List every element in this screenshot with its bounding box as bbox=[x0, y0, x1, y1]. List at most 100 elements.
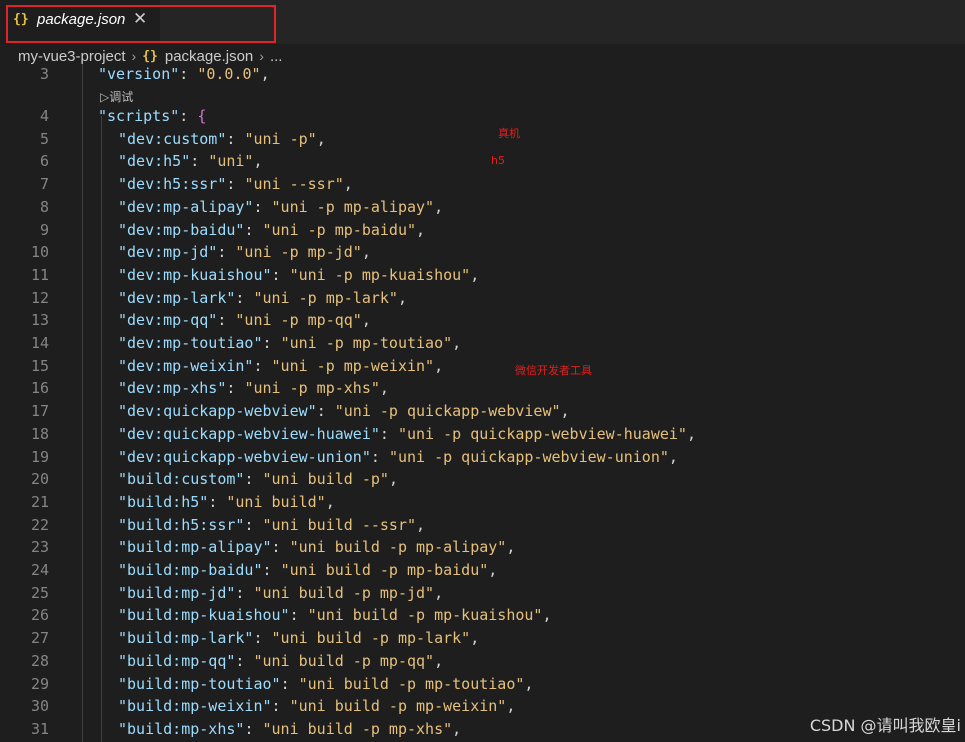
chevron-right-icon: › bbox=[259, 48, 264, 64]
json-punctuation: , bbox=[388, 470, 398, 489]
json-punctuation: , bbox=[397, 288, 407, 307]
json-value: "uni build -p mp-weixin" bbox=[289, 697, 507, 716]
json-key: "dev:mp-xhs" bbox=[118, 379, 227, 398]
code-text: "dev:mp-xhs": "uni -p mp-xhs", bbox=[118, 379, 389, 398]
code-text: "build:custom": "uni build -p", bbox=[118, 470, 398, 489]
json-key: "dev:h5" bbox=[118, 152, 191, 171]
line-number: 7 bbox=[39, 175, 49, 194]
json-punctuation: , bbox=[361, 311, 371, 330]
code-text: "dev:h5": "uni", bbox=[118, 152, 263, 171]
tab-bar: {} package.json ✕ bbox=[0, 0, 965, 44]
json-braces-icon: {} bbox=[142, 48, 158, 64]
json-value: "uni -p mp-baidu" bbox=[262, 220, 417, 239]
line-number: 26 bbox=[30, 606, 49, 625]
json-value: "uni build -p mp-kuaishou" bbox=[307, 606, 543, 625]
json-key: "dev:quickapp-webview-huawei" bbox=[118, 424, 380, 443]
json-value: "uni -p mp-kuaishou" bbox=[289, 265, 471, 284]
json-value: "uni build -p mp-lark" bbox=[271, 629, 471, 648]
json-punctuation: , bbox=[434, 651, 444, 670]
json-punctuation: , bbox=[361, 243, 371, 262]
json-key: "dev:custom" bbox=[118, 129, 227, 148]
json-punctuation: , bbox=[488, 561, 498, 579]
code-text: "build:mp-kuaishou": "uni build -p mp-ku… bbox=[118, 606, 552, 625]
annotation-h5: h5 bbox=[491, 154, 505, 167]
json-punctuation: , bbox=[668, 447, 678, 466]
line-number: 10 bbox=[30, 243, 49, 262]
code-text: "build:mp-xhs": "uni build -p mp-xhs", bbox=[118, 719, 462, 738]
line-number: 3 bbox=[39, 65, 49, 83]
line-number: 29 bbox=[30, 674, 49, 693]
json-value: "uni build -p mp-baidu" bbox=[280, 561, 489, 579]
json-key: "dev:mp-alipay" bbox=[118, 197, 254, 216]
chevron-right-icon: › bbox=[131, 48, 137, 64]
json-value: "uni build -p mp-xhs" bbox=[262, 719, 453, 738]
line-number: 19 bbox=[30, 447, 49, 466]
code-text: "build:h5": "uni build", bbox=[118, 492, 335, 511]
json-value: "uni -p quickapp-webview-huawei" bbox=[397, 424, 687, 443]
code-editor[interactable]: ▷调试 真机 h5 微信开发者工具 3 "version": "0.0.0", 4 "… bbox=[0, 64, 965, 742]
code-text: "build:mp-weixin": "uni build -p mp-weix… bbox=[118, 697, 516, 716]
line-number: 22 bbox=[30, 515, 49, 534]
code-text: "dev:quickapp-webview-huawei": "uni -p q… bbox=[118, 424, 696, 443]
code-text: "dev:mp-qq": "uni -p mp-qq", bbox=[118, 311, 371, 330]
code-text: "dev:mp-baidu": "uni -p mp-baidu", bbox=[118, 220, 426, 239]
json-key: "build:mp-baidu" bbox=[118, 561, 263, 579]
json-value: "uni -p mp-toutiao" bbox=[280, 334, 453, 352]
code-text: "dev:quickapp-webview-union": "uni -p qu… bbox=[118, 447, 678, 466]
json-value: "uni -p mp-weixin" bbox=[271, 356, 435, 375]
code-text: "build:mp-baidu": "uni build -p mp-baidu… bbox=[118, 561, 498, 579]
json-value: "uni -p quickapp-webview-union" bbox=[388, 447, 669, 466]
line-number: 15 bbox=[30, 356, 49, 375]
json-punctuation: , bbox=[434, 197, 444, 216]
line-number: 12 bbox=[30, 288, 49, 307]
line-number: 6 bbox=[39, 152, 49, 171]
debug-codelens[interactable]: ▷调试 bbox=[100, 88, 133, 105]
code-text: "dev:mp-alipay": "uni -p mp-alipay", bbox=[118, 197, 444, 216]
line-number: 11 bbox=[30, 265, 49, 284]
line-number: 16 bbox=[30, 379, 49, 398]
json-value: "uni -p mp-xhs" bbox=[244, 379, 380, 398]
json-key: "build:mp-xhs" bbox=[118, 719, 245, 738]
code-text: "scripts": { bbox=[98, 107, 207, 125]
code-text: "dev:mp-weixin": "uni -p mp-weixin", bbox=[118, 356, 444, 375]
code-text: "dev:custom": "uni -p", bbox=[118, 129, 326, 148]
json-value: "uni build -p mp-qq" bbox=[253, 651, 435, 670]
breadcrumb-more[interactable]: ... bbox=[270, 48, 283, 65]
line-number: 5 bbox=[39, 129, 49, 148]
json-value: "uni -p" bbox=[244, 129, 317, 148]
json-punctuation: , bbox=[470, 265, 480, 284]
json-punctuation: , bbox=[470, 629, 480, 648]
line-number: 28 bbox=[30, 651, 49, 670]
breadcrumb-project[interactable]: my-vue3-project bbox=[18, 48, 126, 65]
json-punctuation: , bbox=[524, 674, 534, 693]
json-punctuation: , bbox=[416, 220, 426, 239]
json-key: "build:mp-kuaishou" bbox=[118, 606, 290, 625]
annotation-weixin-tool: 微信开发者工具 bbox=[515, 364, 592, 377]
json-punctuation: , bbox=[343, 175, 353, 194]
code-text: "dev:mp-jd": "uni -p mp-jd", bbox=[118, 243, 371, 262]
json-key: "dev:mp-weixin" bbox=[118, 356, 254, 375]
json-punctuation: , bbox=[325, 492, 335, 511]
json-key: "build:mp-weixin" bbox=[118, 697, 272, 716]
code-text: "dev:quickapp-webview": "uni -p quickapp… bbox=[118, 402, 570, 421]
json-value: "uni -p mp-jd" bbox=[235, 243, 362, 262]
code-text: "build:mp-alipay": "uni build -p mp-alip… bbox=[118, 538, 516, 557]
json-key: "dev:h5:ssr" bbox=[118, 175, 227, 194]
json-punctuation: , bbox=[379, 379, 389, 398]
line-number: 27 bbox=[30, 629, 49, 648]
json-value: "uni build -p mp-toutiao" bbox=[298, 674, 525, 693]
line-number: 14 bbox=[30, 334, 49, 352]
line-number: 8 bbox=[39, 197, 49, 216]
json-key: "build:h5" bbox=[118, 492, 209, 511]
code-text: "build:mp-qq": "uni build -p mp-qq", bbox=[118, 651, 444, 670]
code-text: "build:h5:ssr": "uni build --ssr", bbox=[118, 515, 426, 534]
json-punctuation: , bbox=[452, 719, 462, 738]
json-key: "build:mp-alipay" bbox=[118, 538, 272, 557]
json-punctuation: , bbox=[434, 356, 444, 375]
json-key: "dev:quickapp-webview" bbox=[118, 402, 317, 421]
json-punctuation: , bbox=[434, 583, 444, 602]
code-text: "dev:h5:ssr": "uni --ssr", bbox=[118, 175, 353, 194]
code-text: "build:mp-toutiao": "uni build -p mp-tou… bbox=[118, 674, 534, 693]
breadcrumb-file[interactable]: package.json bbox=[165, 48, 253, 65]
json-value: "uni --ssr" bbox=[244, 175, 344, 194]
